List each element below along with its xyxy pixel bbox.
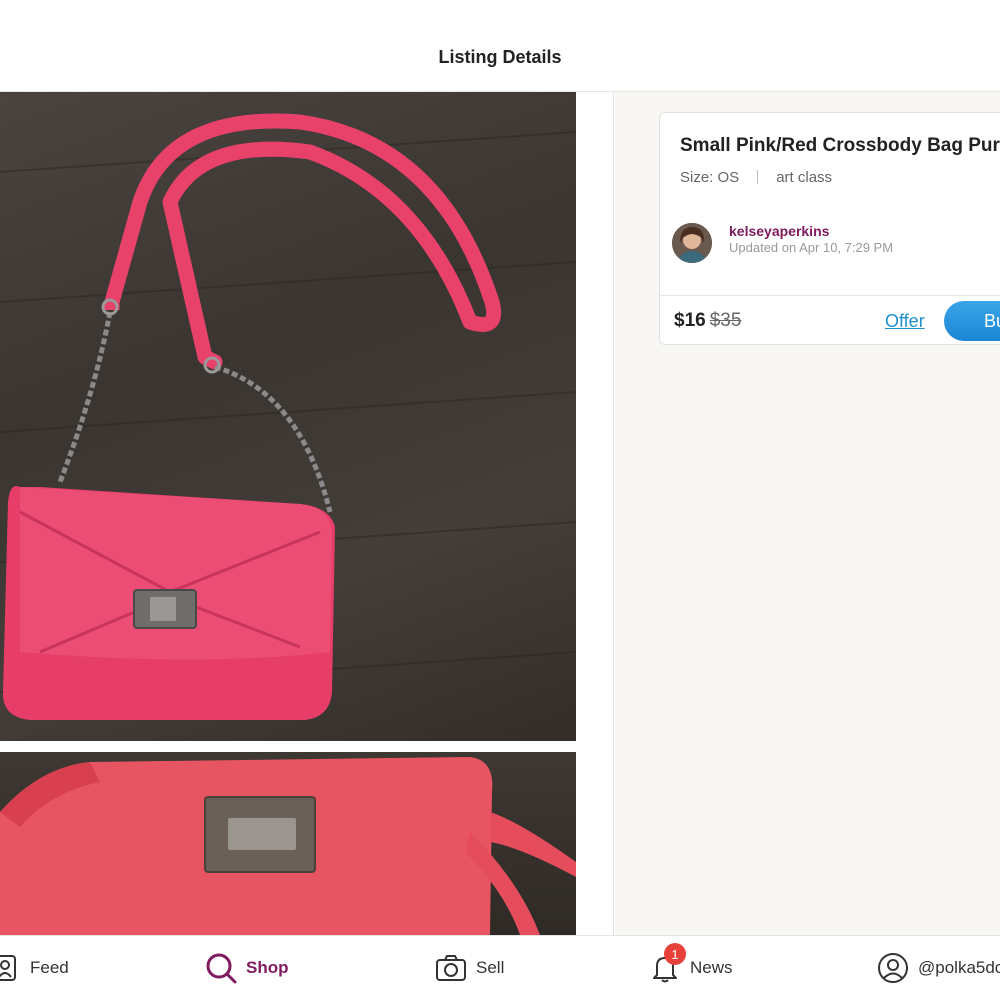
bottom-nav: Feed Shop Sell 1 News @polka5do [0,935,1000,1000]
original-price: $35 [709,310,742,331]
price-row: $16 $35 [674,310,741,332]
nav-feed-label: Feed [30,958,69,977]
card-divider [660,295,1000,296]
notification-badge: 1 [664,943,686,965]
top-header: Listing Details [0,0,1000,92]
avatar[interactable] [672,223,712,263]
nav-feed[interactable]: Feed [0,950,69,986]
listing-title: Small Pink/Red Crossbody Bag Purse [680,135,1000,156]
feed-icon [0,951,22,985]
nav-profile-label: @polka5dots [918,958,1000,977]
camera-icon [434,951,468,985]
offer-link[interactable]: Offer [885,311,925,332]
current-price: $16 [674,310,706,331]
brand-link[interactable]: art class [776,169,832,186]
gallery-divider [576,92,614,935]
nav-profile[interactable]: @polka5dots [876,950,1000,986]
listing-card: Small Pink/Red Crossbody Bag Purse Size:… [659,112,1000,345]
size-label: Size: OS [680,169,740,186]
meta-divider [757,170,759,184]
bag-front-photo[interactable] [0,92,576,741]
nav-shop-label: Shop [246,958,289,977]
nav-shop[interactable]: Shop [204,950,289,986]
photo-gallery[interactable] [0,92,576,935]
nav-sell[interactable]: Sell [434,950,504,986]
bag-back-photo[interactable] [0,752,576,935]
nav-news-label: News [690,958,733,977]
listing-meta: Size: OS art class [680,169,832,186]
search-icon [204,951,238,985]
user-icon [876,951,910,985]
buy-button[interactable]: Buy [944,301,1000,341]
bell-icon: 1 [648,943,686,985]
page-title: Listing Details [438,47,562,67]
seller-username[interactable]: kelseyaperkins [729,223,829,239]
updated-timestamp: Updated on Apr 10, 7:29 PM [729,240,894,255]
seller-info[interactable]: kelseyaperkins Updated on Apr 10, 7:29 P… [672,221,1000,267]
nav-news[interactable]: 1 News [648,943,733,986]
nav-sell-label: Sell [476,958,505,977]
